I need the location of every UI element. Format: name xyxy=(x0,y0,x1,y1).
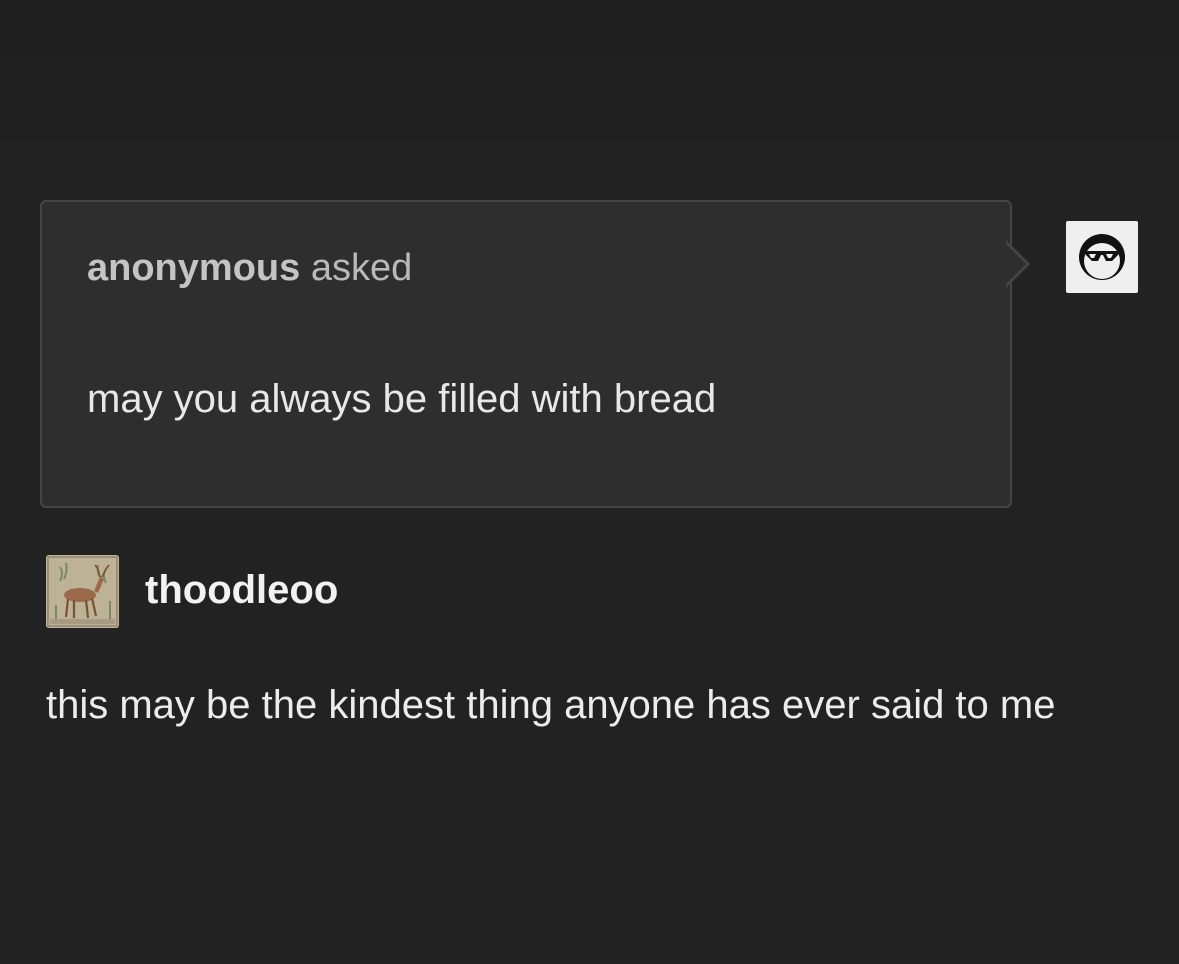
responder-username[interactable]: thoodleoo xyxy=(145,568,338,613)
anonymous-avatar-icon[interactable] xyxy=(1066,221,1138,293)
answer-text: this may be the kindest thing anyone has… xyxy=(46,683,1056,727)
ask-box: anonymous asked may you always be filled… xyxy=(40,200,1012,508)
question-text: may you always be filled with bread xyxy=(87,377,717,421)
asker-verb: asked xyxy=(310,247,413,289)
asker-line: anonymous asked xyxy=(87,247,412,290)
sunglasses-face-icon xyxy=(1079,234,1125,280)
deer-illustration-icon xyxy=(46,555,119,628)
responder-avatar[interactable] xyxy=(46,555,119,628)
ask-box-pointer-fill xyxy=(1004,242,1026,286)
top-background-band xyxy=(0,0,1179,160)
asker-name[interactable]: anonymous xyxy=(87,247,300,289)
